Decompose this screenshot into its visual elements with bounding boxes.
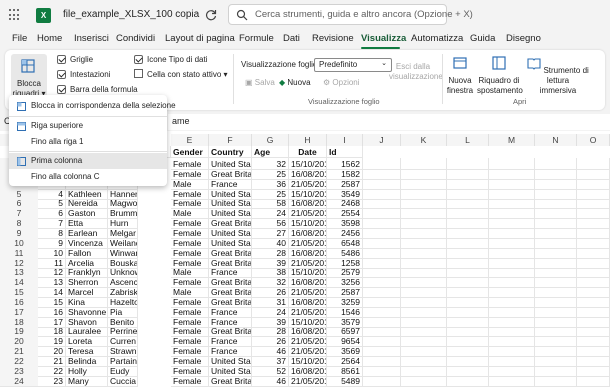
checkbox-checked-icon	[134, 55, 143, 64]
navigation-pane-button[interactable]: Riquadro di spostamento	[477, 56, 523, 96]
chevron-down-icon: ⌄	[381, 60, 387, 67]
search-icon	[236, 9, 248, 21]
tab-home[interactable]: Home	[37, 33, 62, 44]
tab-share[interactable]: Condividi	[116, 33, 155, 44]
search-placeholder: Cerca strumenti, guida e altro ancora (O…	[255, 9, 473, 20]
sheet-view-select[interactable]: Predefinito ⌄	[314, 58, 392, 72]
exit-view-button: Esci dalla visualizzazione	[389, 62, 443, 81]
cell-header[interactable]: Id	[327, 146, 363, 158]
sheet-view-group-label: Visualizzazione foglio	[308, 97, 380, 106]
gridlines-checkbox[interactable]: Griglie	[57, 55, 93, 64]
freeze-panes-icon	[21, 59, 35, 73]
column-header[interactable]: E	[171, 134, 209, 146]
column-header[interactable]: K	[401, 134, 447, 146]
new-window-button[interactable]: Nuova finestra	[445, 56, 475, 96]
menu-separator	[9, 116, 167, 117]
row-header[interactable]: 24	[0, 374, 38, 387]
cell-gender[interactable]: Female	[171, 374, 209, 387]
headings-checkbox[interactable]: Intestazioni	[57, 70, 110, 79]
column-header[interactable]: F	[209, 134, 252, 146]
column-header[interactable]: I	[327, 134, 363, 146]
empty-cell[interactable]	[577, 374, 610, 387]
ribbon-separator	[233, 54, 234, 104]
tab-help[interactable]: Guida	[470, 33, 495, 44]
open-group-label: Apri	[513, 97, 527, 106]
cell-last[interactable]: Cuccia	[108, 374, 138, 387]
empty-cell[interactable]	[447, 374, 489, 387]
navigation-pane-icon	[492, 56, 506, 70]
cell-date[interactable]: 21/05/2015	[289, 374, 327, 387]
cell-age[interactable]: 46	[252, 374, 289, 387]
column-header[interactable]: H	[289, 134, 327, 146]
tab-automate[interactable]: Automatizza	[411, 33, 463, 44]
freeze-panes-menu: Blocca in corrispondenza della selezione…	[9, 95, 176, 186]
checkbox-checked-icon	[57, 55, 66, 64]
cell-status-icon	[134, 69, 143, 78]
datatype-icons-checkbox[interactable]: Icone Tipo di dati	[134, 55, 207, 64]
menu-separator	[9, 151, 167, 152]
sheet-view-label: Visualizzazione foglio	[241, 60, 318, 69]
cell-num[interactable]: 5489	[327, 374, 363, 387]
cell-first[interactable]: Many	[66, 374, 108, 387]
cell-header[interactable]: Country	[209, 146, 252, 158]
tab-review[interactable]: Revisione	[312, 33, 354, 44]
checkbox-checked-icon	[57, 70, 66, 79]
app-launcher-icon[interactable]	[9, 9, 21, 21]
immersive-reader-button[interactable]: Strumento di lettura immersiva	[522, 56, 594, 96]
new-view-icon: ◆	[279, 78, 286, 87]
freeze-first-column-icon	[17, 157, 26, 166]
search-box[interactable]: Cerca strumenti, guida e altro ancora (O…	[228, 4, 473, 25]
ribbon-separator	[442, 54, 443, 104]
tab-page-layout[interactable]: Layout di pagina	[165, 33, 235, 44]
menu-item-freeze-to-row[interactable]: Fino alla riga 1	[9, 134, 167, 150]
column-header[interactable]: J	[363, 134, 401, 146]
empty-cell[interactable]	[535, 374, 577, 387]
tab-data[interactable]: Dati	[283, 33, 300, 44]
empty-cell[interactable]	[401, 374, 447, 387]
cell-header[interactable]: Gender	[171, 146, 209, 158]
menu-item-freeze-selection[interactable]: Blocca in corrispondenza della selezione	[9, 98, 176, 114]
freeze-selection-icon	[17, 102, 26, 111]
excel-logo-icon: X	[36, 8, 51, 23]
menu-item-freeze-first-column[interactable]: Prima colonna	[9, 153, 167, 169]
sync-icon[interactable]	[204, 8, 218, 22]
column-header[interactable]: G	[252, 134, 289, 146]
empty-cell[interactable]	[363, 374, 401, 387]
cell-status-button[interactable]: Cella con stato attivo ▾	[134, 69, 228, 79]
tab-insert[interactable]: Inserisci	[74, 33, 109, 44]
tab-formulas[interactable]: Formule	[239, 33, 274, 44]
menu-item-freeze-to-column[interactable]: Fino alla colonna C	[9, 169, 167, 185]
checkbox-checked-icon	[57, 85, 66, 94]
tab-view[interactable]: Visualizza	[361, 33, 406, 44]
column-header[interactable]: M	[489, 134, 535, 146]
formula-input[interactable]: ame	[168, 114, 610, 130]
column-header[interactable]: L	[447, 134, 489, 146]
cell-id[interactable]: 23	[38, 374, 66, 387]
new-view-button[interactable]: ◆ Nuova	[279, 78, 311, 87]
view-options-button: ⚙ Opzioni	[323, 78, 360, 87]
cell-country[interactable]: Great Brita	[209, 374, 252, 387]
tab-file[interactable]: File	[12, 33, 27, 44]
title-bar: X file_example_XLSX_100 copia Cerca stru…	[0, 0, 610, 30]
cell-header[interactable]: Age	[252, 146, 289, 158]
freeze-top-row-icon	[17, 122, 26, 131]
formula-bar-checkbox[interactable]: Barra della formula	[57, 85, 138, 94]
menu-item-freeze-top-row[interactable]: Riga superiore	[9, 118, 167, 134]
save-view-button: ▣ Salva	[245, 78, 275, 87]
cell-header[interactable]: Date	[289, 146, 327, 158]
new-window-icon	[453, 57, 467, 69]
column-header[interactable]: O	[577, 134, 610, 146]
active-tab-indicator	[361, 47, 400, 49]
tab-draw[interactable]: Disegno	[506, 33, 541, 44]
column-header[interactable]: N	[535, 134, 577, 146]
empty-cell[interactable]	[489, 374, 535, 387]
document-title[interactable]: file_example_XLSX_100 copia	[63, 9, 199, 20]
menu-tabs: File Home Inserisci Condividi Layout di …	[0, 30, 610, 50]
immersive-reader-icon	[527, 58, 541, 70]
